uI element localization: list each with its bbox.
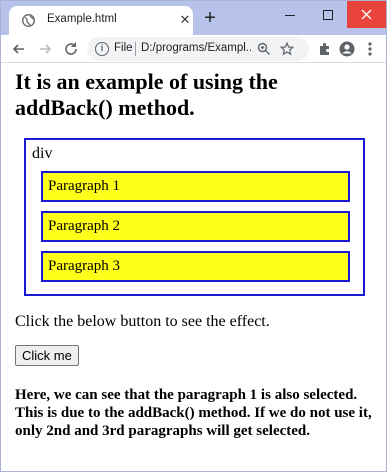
result-text: Here, we can see that the paragraph 1 is… — [15, 387, 372, 439]
close-icon — [361, 9, 372, 20]
maximize-icon — [323, 10, 333, 20]
tab-example[interactable]: Example.html ✕ — [9, 6, 193, 35]
menu-kebab-icon[interactable] — [360, 39, 380, 59]
tab-title: Example.html — [47, 13, 117, 25]
close-tab-icon[interactable]: ✕ — [178, 13, 192, 27]
bookmark-star-icon[interactable] — [279, 41, 295, 56]
profile-avatar-icon[interactable] — [337, 39, 357, 59]
address-url[interactable]: D:/programs/Exampl... — [141, 42, 251, 54]
minimize-icon — [285, 15, 295, 16]
page-heading: It is an example of using the addBack() … — [15, 69, 278, 120]
minimize-button[interactable] — [271, 1, 309, 28]
intro-text: Click the below button to see the effect… — [15, 313, 270, 330]
info-icon[interactable]: i — [95, 42, 109, 56]
new-tab-icon[interactable]: + — [201, 8, 219, 28]
address-separator — [135, 42, 136, 56]
maximize-button[interactable] — [309, 1, 347, 28]
div-label: div — [32, 145, 53, 162]
forward-arrow-icon[interactable] — [35, 39, 55, 59]
outer-div: div Paragraph 1 Paragraph 2 Paragraph 3 — [24, 138, 365, 296]
address-scheme: File — [114, 42, 133, 54]
click-me-button[interactable]: Click me — [15, 345, 79, 366]
close-window-button[interactable] — [347, 1, 386, 28]
paragraph-2: Paragraph 2 — [41, 211, 350, 242]
globe-icon — [22, 14, 35, 27]
browser-window: Example.html ✕ + i File D:/programs/Exam… — [0, 0, 387, 472]
extensions-puzzle-icon[interactable] — [315, 39, 335, 59]
page-content: It is an example of using the addBack() … — [2, 64, 387, 472]
browser-toolbar: i File D:/programs/Exampl... — [1, 35, 386, 63]
paragraph-3: Paragraph 3 — [41, 251, 350, 282]
zoom-icon[interactable] — [257, 42, 271, 56]
address-bar[interactable]: i File D:/programs/Exampl... — [87, 37, 309, 61]
back-arrow-icon[interactable] — [9, 39, 29, 59]
paragraph-1: Paragraph 1 — [41, 171, 350, 202]
reload-icon[interactable] — [61, 39, 81, 59]
tab-strip: Example.html ✕ + — [1, 1, 386, 35]
